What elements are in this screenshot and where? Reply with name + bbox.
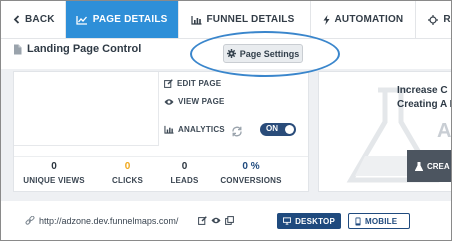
eye-icon	[164, 98, 174, 105]
stat-label: LEADS	[170, 176, 199, 185]
tab-label: FUNNEL DETAILS	[206, 14, 295, 25]
refresh-icon[interactable]	[231, 124, 243, 142]
url-row: http://adzone.dev.funnelmaps.com/ DESKTO…	[1, 201, 451, 240]
copy-icon[interactable]	[225, 216, 234, 225]
page-control-card: EDIT PAGE VIEW PAGE ANALYTICS ON 0 UNIQU…	[13, 71, 309, 192]
chevron-left-icon	[13, 15, 20, 24]
promo-line-1: Increase C	[397, 85, 448, 96]
mobile-view-button[interactable]: MOBILE	[348, 213, 410, 229]
eye-icon[interactable]	[211, 216, 221, 225]
stat-value: 0	[181, 161, 188, 172]
page-title: Landing Page Control	[13, 43, 141, 55]
tab-funnel-details[interactable]: FUNNEL DETAILS	[179, 1, 311, 38]
tab-label: RETARGETING	[443, 14, 451, 25]
promo-big-letter: A	[437, 120, 452, 142]
stat-value: 0	[124, 161, 131, 172]
stat-unique-views: 0 UNIQUE VIEWS	[14, 157, 94, 186]
mobile-label: MOBILE	[365, 216, 398, 226]
view-page-label: VIEW PAGE	[178, 97, 225, 106]
stat-leads: 0 LEADS	[161, 157, 208, 186]
stat-label: CONVERSIONS	[220, 176, 282, 185]
create-button[interactable]: CREA	[407, 150, 451, 182]
gear-icon	[226, 49, 236, 58]
stat-conversions: 0 % CONVERSIONS	[208, 157, 294, 186]
url-actions	[198, 216, 234, 225]
top-nav: BACK PAGE DETAILS FUNNEL DETAILS AUTOMAT…	[1, 1, 451, 39]
tab-label: AUTOMATION	[334, 14, 404, 25]
stat-label: CLICKS	[112, 176, 143, 185]
file-icon	[14, 44, 22, 54]
edit-icon[interactable]	[198, 216, 207, 225]
promo-card: Increase C Creating A F A CREA	[318, 71, 452, 192]
page-title-text: Landing Page Control	[27, 43, 142, 55]
line-chart-icon	[76, 15, 87, 25]
tab-page-details[interactable]: PAGE DETAILS	[65, 1, 179, 38]
stats-row: 0 UNIQUE VIEWS 0 CLICKS 0 LEADS 0 % CONV…	[14, 156, 308, 186]
analytics-row: ANALYTICS	[164, 124, 225, 135]
stat-clicks: 0 CLICKS	[94, 157, 161, 186]
link-icon	[25, 216, 35, 225]
mobile-phone-icon	[355, 217, 361, 225]
create-button-label: CREA	[427, 161, 450, 171]
back-button[interactable]: BACK	[1, 1, 66, 38]
app-frame: BACK PAGE DETAILS FUNNEL DETAILS AUTOMAT…	[0, 0, 452, 241]
analytics-label: ANALYTICS	[178, 125, 225, 134]
page-preview-thumbnail[interactable]	[14, 72, 159, 146]
page-url-text: http://adzone.dev.funnelmaps.com/	[39, 216, 179, 226]
flask-icon	[415, 161, 423, 171]
toggle-knob	[285, 125, 294, 134]
stat-label: UNIQUE VIEWS	[23, 176, 85, 185]
page-actions: EDIT PAGE VIEW PAGE	[164, 78, 225, 114]
crosshair-icon	[428, 14, 439, 25]
tab-retargeting[interactable]: RETARGETING	[416, 1, 451, 38]
page-settings-button[interactable]: Page Settings	[223, 44, 303, 63]
back-label: BACK	[25, 14, 55, 25]
toggle-state-label: ON	[266, 124, 278, 133]
lightning-icon	[323, 14, 329, 25]
view-page-link[interactable]: VIEW PAGE	[164, 96, 225, 107]
analytics-label-group: ANALYTICS	[164, 124, 225, 135]
tab-automation[interactable]: AUTOMATION	[311, 1, 417, 38]
page-settings-label: Page Settings	[239, 48, 300, 59]
edit-icon	[164, 79, 173, 88]
analytics-toggle[interactable]: ON	[260, 123, 296, 136]
stat-value: 0 %	[242, 161, 260, 172]
bar-chart-icon	[164, 125, 174, 134]
tab-label: PAGE DETAILS	[92, 14, 168, 25]
monitor-icon	[283, 217, 292, 225]
bar-chart-icon	[190, 15, 201, 25]
page-url-link[interactable]: http://adzone.dev.funnelmaps.com/	[25, 216, 178, 226]
title-row: Landing Page Control Page Settings	[1, 39, 451, 69]
promo-text: Increase C Creating A F	[397, 84, 452, 112]
edit-page-label: EDIT PAGE	[177, 79, 222, 88]
desktop-view-button[interactable]: DESKTOP	[277, 213, 341, 229]
stat-value: 0	[51, 161, 57, 172]
desktop-label: DESKTOP	[295, 216, 335, 226]
edit-page-link[interactable]: EDIT PAGE	[164, 78, 225, 89]
promo-line-2: Creating A F	[397, 99, 452, 110]
